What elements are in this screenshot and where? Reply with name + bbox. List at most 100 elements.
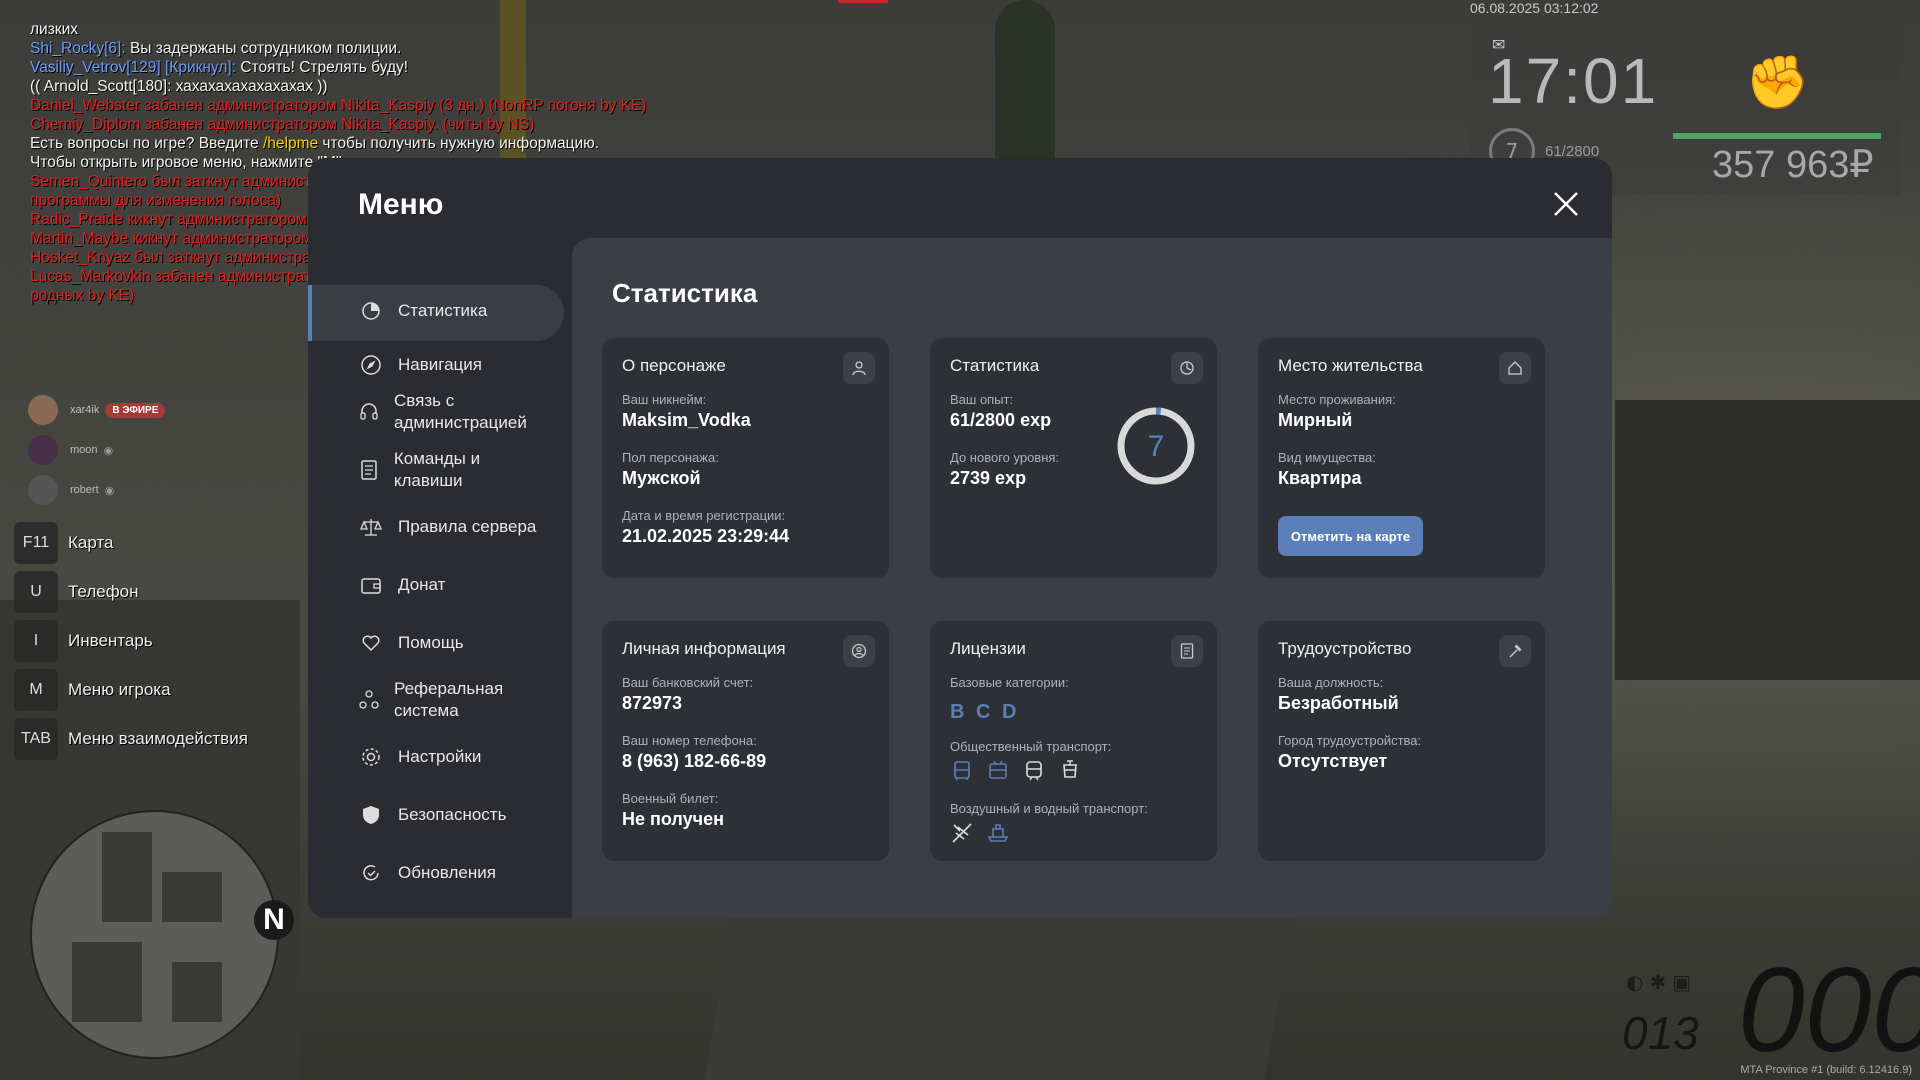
wallet-icon — [358, 572, 384, 598]
headset-icon — [358, 399, 380, 425]
fuel-readout: 013 — [1622, 1007, 1699, 1059]
hotkey-label: Меню взаимодействия — [68, 728, 248, 748]
position-value: Безработный — [1278, 693, 1399, 713]
military-id-value: Не получен — [622, 809, 724, 829]
card-employment: Трудоустройство Ваша должность: Безработ… — [1258, 621, 1545, 861]
next-level-label: До нового уровня: — [950, 450, 1060, 465]
card-title: Статистика — [950, 356, 1040, 375]
level-number: 7 — [1148, 430, 1165, 463]
air-water-transport-label: Воздушный и водный транспорт: — [950, 801, 1148, 816]
user-icon — [843, 352, 875, 384]
house-icon — [1499, 352, 1531, 384]
content-panel: Статистика О персонаже Ваш никнейм: Maks… — [572, 238, 1612, 918]
nav-label: Связь с администрацией — [394, 391, 527, 432]
card-statistics: Статистика Ваш опыт: 61/2800 exp До ново… — [930, 338, 1217, 578]
nav-item-statistics[interactable]: Статистика — [358, 298, 487, 324]
exp-value: 61/2800 exp — [950, 410, 1052, 430]
nav-label: Донат — [398, 575, 446, 594]
nav-label: Безопасность — [398, 805, 507, 824]
residence-place-label: Место проживания: — [1278, 392, 1396, 407]
card-title: О персонаже — [622, 356, 726, 375]
hotkey-interaction-menu: TAB Меню взаимодействия — [14, 714, 248, 763]
nav-item-donate[interactable]: Донат — [358, 572, 445, 598]
property-type-label: Вид имущества: — [1278, 450, 1376, 465]
bank-account-value: 872973 — [622, 693, 683, 713]
nav-item-navigation[interactable]: Навигация — [358, 352, 482, 378]
eye-icon: ◉ — [103, 444, 114, 457]
mark-on-map-button[interactable]: Отметить на карте — [1278, 516, 1423, 556]
card-character: О персонаже Ваш никнейм: Maksim_Vodka По… — [602, 338, 889, 578]
license-category-c: C — [976, 701, 991, 723]
player-menu-window: Меню Статистика Навигация Связь с админи… — [308, 158, 1612, 918]
menu-title: Меню — [358, 188, 444, 221]
voice-user: xar4ik В ЭФИРЕ — [28, 390, 166, 430]
map-block — [162, 872, 222, 922]
hotkey-key: U — [14, 570, 58, 613]
hotkey-label: Телефон — [68, 581, 139, 601]
hotkey-inventory: I Инвентарь — [14, 616, 248, 665]
close-icon — [1554, 192, 1578, 216]
chat-line: Shi_Rocky[6]: Вы задержаны сотрудником п… — [30, 40, 402, 57]
nav-item-admin-contact[interactable]: Связь с администрацией — [358, 390, 548, 434]
registration-label: Дата и время регистрации: — [622, 508, 786, 523]
compass-north: N — [254, 900, 294, 940]
pie-chart-icon — [1171, 352, 1203, 384]
avatar — [28, 475, 58, 505]
health-bar — [1673, 133, 1881, 139]
build-info: MTA Province #1 (build: 6.12416.9) — [1740, 1064, 1912, 1076]
chat-line: Vasiliy_Vetrov[129] [Крикнул]: Стоять! С… — [30, 59, 409, 76]
nav-item-commands[interactable]: Команды и клавиши — [358, 448, 528, 492]
card-title: Трудоустройство — [1278, 639, 1412, 658]
scales-icon — [358, 514, 384, 540]
hotkey-key: M — [14, 668, 58, 711]
card-title: Лицензии — [950, 639, 1026, 658]
hotkey-label: Меню игрока — [68, 679, 171, 699]
voice-user: moon ◉ — [28, 430, 165, 470]
train-icon — [1026, 761, 1042, 781]
next-level-value: 2739 exp — [950, 468, 1027, 488]
license-category-d: D — [1002, 701, 1017, 723]
military-id-label: Военный билет: — [622, 791, 719, 806]
license-category-b: B — [950, 701, 965, 723]
property-type-value: Квартира — [1278, 468, 1362, 488]
bank-account-label: Ваш банковский счет: — [622, 675, 754, 690]
document-icon — [358, 457, 380, 483]
nav-item-help[interactable]: Помощь — [358, 630, 464, 656]
map-block — [72, 942, 142, 1022]
hud-datetime: 06.08.2025 03:12:02 — [1470, 0, 1599, 16]
card-title: Место жительства — [1278, 356, 1423, 375]
voice-user-name: robert — [70, 484, 99, 496]
nav-item-settings[interactable]: Настройки — [358, 744, 481, 770]
background-building — [1615, 400, 1920, 680]
vehicle-status-icons: ◐✱▣ — [1626, 970, 1698, 994]
hud-time: 17:01 — [1488, 45, 1659, 117]
hud-money: 357 963₽ — [1712, 144, 1874, 186]
boat-icon — [987, 824, 1009, 842]
nav-label: Обновления — [398, 863, 496, 882]
nickname-value: Maksim_Vodka — [622, 410, 751, 430]
compass-icon — [358, 352, 384, 378]
nav-item-server-rules[interactable]: Правила сервера — [358, 514, 536, 540]
hotkey-key: TAB — [14, 717, 58, 760]
nav-item-referral[interactable]: Реферальная система — [358, 678, 528, 722]
nav-label: Правила сервера — [398, 517, 537, 536]
close-button[interactable] — [1548, 186, 1584, 222]
hotkey-label: Карта — [68, 532, 114, 552]
chat-line: (( Arnold_Scott[180]: хахахахахахахахах … — [30, 78, 328, 95]
map-block — [172, 962, 222, 1022]
nav-label: Навигация — [398, 355, 482, 374]
chat-line: Есть вопросы по игре? Введите /helpme чт… — [30, 135, 600, 152]
map-block — [102, 832, 152, 922]
content-title: Статистика — [612, 278, 758, 308]
card-title: Личная информация — [622, 639, 786, 658]
minimap — [30, 810, 279, 1059]
card-licenses: Лицензии Базовые категории: B C D Общест… — [930, 621, 1217, 861]
shield-icon — [358, 802, 384, 828]
refresh-check-icon — [358, 860, 384, 886]
nav-item-updates[interactable]: Обновления — [358, 860, 496, 886]
airplane-icon — [952, 823, 972, 843]
hotkey-label: Инвентарь — [68, 630, 153, 650]
nav-item-security[interactable]: Безопасность — [358, 802, 506, 828]
voice-user: robert ◉ — [28, 470, 165, 510]
bus-icon — [954, 761, 970, 780]
